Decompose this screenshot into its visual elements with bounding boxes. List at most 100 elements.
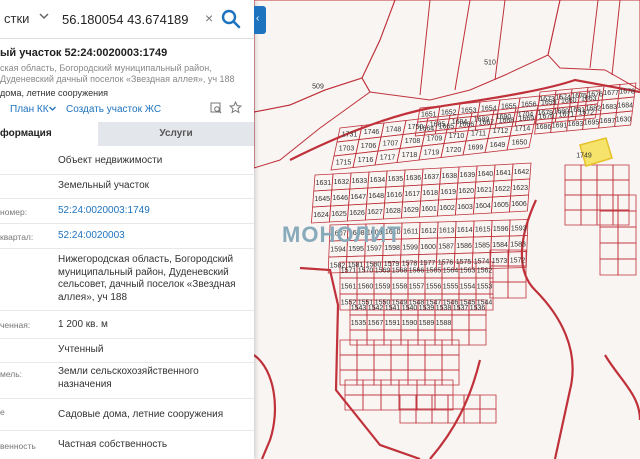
collapse-panel-button[interactable]: ‹ <box>254 6 266 34</box>
parcel-number: 1647 <box>350 194 366 201</box>
map-search-icon[interactable] <box>210 102 222 114</box>
parcel-number: 1564 <box>443 268 459 275</box>
parcel-number: 1556 <box>426 284 442 291</box>
info-row-ownership: венность Частная собственность <box>0 430 254 459</box>
parcel-number: 1635 <box>388 176 404 183</box>
parcel-number: 1542 <box>368 305 384 312</box>
parcel-number: 1617 <box>404 191 420 198</box>
tab-services[interactable]: Услуги <box>98 122 254 146</box>
star-icon[interactable] <box>229 101 242 114</box>
info-row-area: ченная: 1 200 кв. м <box>0 310 254 339</box>
parcel-number: 1567 <box>368 320 384 327</box>
search-icon[interactable] <box>218 6 244 32</box>
parcel-number: 1648 <box>368 193 384 200</box>
parcel-number: 1568 <box>392 268 408 275</box>
info-row-cadastral-number: номер: 52:24:0020003:1749 <box>0 198 254 224</box>
search-input[interactable] <box>60 8 204 30</box>
parcel-number: 1537 <box>453 305 469 312</box>
info-row-label: ченная: <box>0 320 31 330</box>
parcel-number: 1616 <box>386 192 402 199</box>
parcel-number: 1536 <box>470 305 486 312</box>
clear-search-button[interactable]: × <box>205 11 213 25</box>
chevron-left-icon: ‹ <box>256 13 260 24</box>
parcel-number: 1583 <box>510 241 526 248</box>
parcel-number: 1731 <box>342 131 358 138</box>
parcel-number: 1714 <box>515 125 531 132</box>
create-parcel-button[interactable]: Создать участок ЖС <box>66 104 161 115</box>
parcel-number: 1665 <box>439 124 455 131</box>
chevron-down-icon[interactable] <box>37 9 51 23</box>
parcel-number: 1578 <box>402 260 418 267</box>
parcel-number: 1577 <box>420 260 436 267</box>
tab-information[interactable]: формация <box>0 122 98 146</box>
parcel-number: 1605 <box>493 202 509 209</box>
tab-services-label: Услуги <box>159 128 193 139</box>
parcel-number: 1683 <box>602 104 618 111</box>
parcel-number: 1586 <box>456 243 472 250</box>
parcel-number: 1650 <box>512 139 528 146</box>
parcel-number: 1555 <box>443 284 459 291</box>
parcel-number: 1654 <box>481 106 497 113</box>
parcel-number: 1653 <box>461 108 477 115</box>
parcel-number: 1619 <box>440 189 456 196</box>
parcel-number: 1558 <box>392 284 408 291</box>
parcel-number: 1565 <box>426 268 442 275</box>
info-row-value: Учтенный <box>58 344 104 355</box>
parcel-number: 1538 <box>436 305 452 312</box>
parcel-number: 1699 <box>468 144 484 151</box>
parcel-number: 509 <box>312 84 324 91</box>
parcel-number: 1718 <box>402 152 418 159</box>
parcel-purpose: дома, летние сооружения <box>0 88 109 98</box>
info-row-label: номер: <box>0 207 28 217</box>
parcel-number: 1706 <box>361 143 377 150</box>
plan-kk-button[interactable]: План КК <box>10 104 49 115</box>
parcel-number: 1652 <box>441 110 457 117</box>
parcel-number: 1541 <box>385 305 401 312</box>
info-row-label: мель: <box>0 369 23 379</box>
parcel-number: 1606 <box>511 201 527 208</box>
parcel-number: 1677 <box>603 90 619 97</box>
cadastral-number-link[interactable]: 52:24:0020003:1749 <box>58 205 250 218</box>
parcel-number: 1623 <box>512 185 528 192</box>
parcel-number: 1642 <box>514 169 530 176</box>
info-row-label: квартал: <box>0 232 34 242</box>
parcel-number: 1604 <box>475 203 491 210</box>
cadastral-quarter-link[interactable]: 52:24:0020003 <box>58 230 250 243</box>
search-type-select[interactable]: стки <box>4 11 29 26</box>
parcel-number: 1615 <box>475 226 491 233</box>
parcel-number: 1570 <box>358 268 374 275</box>
parcel-number: 1590 <box>402 320 418 327</box>
parcel-number: 1703 <box>339 145 355 152</box>
parcel-number: 1641 <box>496 170 512 177</box>
parcel-number: 1720 <box>446 147 462 154</box>
info-row-value: Земли сельскохозяйственного назначения <box>58 366 199 390</box>
parcel-number: 1667 <box>479 120 495 127</box>
info-row-value: Частная собственность <box>58 439 168 450</box>
parcel-number: 1691 <box>552 122 568 129</box>
parcel-number: 1707 <box>383 140 399 147</box>
info-row-value: Земельный участок <box>58 180 150 191</box>
parcel-number: 1566 <box>409 268 425 275</box>
parcel-number: 1622 <box>494 186 510 193</box>
parcel-number: 1557 <box>409 284 425 291</box>
parcel-number: 1591 <box>385 320 401 327</box>
info-row-cadastral-quarter: квартал: 52:24:0020003 <box>0 223 254 249</box>
parcel-number: 1645 <box>314 196 330 203</box>
parcel-number: 1640 <box>478 171 494 178</box>
parcel-number: 1539 <box>419 305 435 312</box>
parcel-number: 1646 <box>332 195 348 202</box>
parcel-number: 1561 <box>341 284 357 291</box>
parcel-number: 1620 <box>458 188 474 195</box>
parcel-address: ская область, Богородский муниципальный … <box>0 63 235 84</box>
parcel-number: 1695 <box>584 119 600 126</box>
parcel-number: 1621 <box>476 187 492 194</box>
parcel-number: 1686 <box>536 124 552 131</box>
parcel-number: 1631 <box>316 180 332 187</box>
parcel-number: 1664 <box>419 126 435 133</box>
info-panel: стки × ый участок 52:24:0020003:1749 ска… <box>0 0 254 459</box>
info-row-value: Объект недвижимости <box>58 155 163 166</box>
parcel-number: 1559 <box>375 284 391 291</box>
parcel-number: 1709 <box>427 135 443 142</box>
chevron-down-icon[interactable] <box>48 104 57 113</box>
parcel-number: 1540 <box>402 305 418 312</box>
